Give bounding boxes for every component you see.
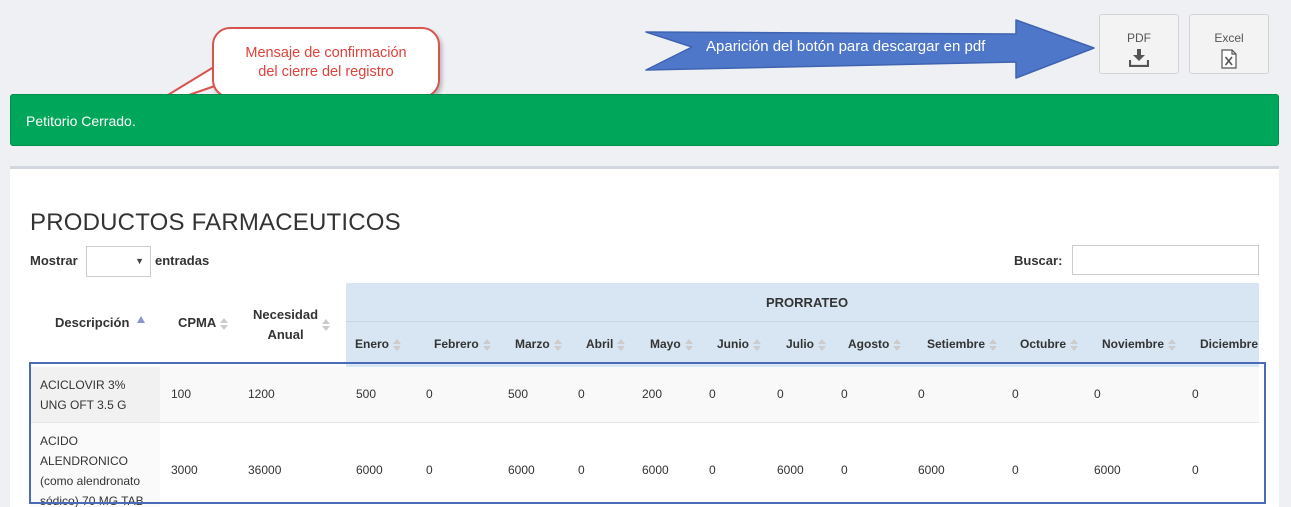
column-month-junio[interactable]: Junio xyxy=(717,337,761,351)
month-label: Mayo xyxy=(650,337,681,351)
callout-line-1: Mensaje de confirmación xyxy=(245,45,407,61)
sort-asc-icon xyxy=(137,316,146,323)
column-month-diciembre[interactable]: Diciembre xyxy=(1200,337,1258,351)
column-month-octubre[interactable]: Octubre xyxy=(1020,337,1079,351)
show-entries-label: Mostrar xyxy=(30,253,78,268)
column-month-marzo[interactable]: Marzo xyxy=(515,337,562,351)
column-month-noviembre[interactable]: Noviembre xyxy=(1102,337,1177,351)
sort-icon xyxy=(893,338,902,351)
pdf-download-button[interactable]: PDF xyxy=(1099,14,1179,74)
sort-icon xyxy=(684,338,693,351)
month-label: Julio xyxy=(786,337,815,351)
prorrateo-group-header: PRORRATEO xyxy=(766,295,849,310)
column-necesidad-label-1: Necesidad xyxy=(253,307,319,322)
column-necesidad-anual[interactable]: Necesidad Anual xyxy=(253,305,331,345)
month-label: Diciembre xyxy=(1200,337,1259,351)
sort-icon xyxy=(393,338,402,351)
column-month-enero[interactable]: Enero xyxy=(355,337,402,351)
sort-icon xyxy=(322,319,331,331)
column-month-abril[interactable]: Abril xyxy=(586,337,626,351)
excel-file-icon xyxy=(1221,49,1237,69)
download-icon xyxy=(1129,49,1149,67)
month-label: Marzo xyxy=(515,337,550,351)
callout-line-2: del cierre del registro xyxy=(258,64,394,80)
sort-icon xyxy=(1070,338,1079,351)
month-label: Octubre xyxy=(1020,337,1067,351)
month-label: Noviembre xyxy=(1102,337,1165,351)
alert-message: Petitorio Cerrado. xyxy=(26,113,136,129)
search-label: Buscar: xyxy=(1014,253,1063,268)
month-label: Setiembre xyxy=(927,337,986,351)
chevron-down-icon: ▼ xyxy=(135,256,144,266)
sort-icon xyxy=(220,317,229,330)
column-month-mayo[interactable]: Mayo xyxy=(650,337,693,351)
prorrateo-divider xyxy=(346,321,1259,322)
column-month-febrero[interactable]: Febrero xyxy=(434,337,491,351)
sort-icon xyxy=(818,338,827,351)
success-alert: Petitorio Cerrado. xyxy=(10,94,1279,146)
column-descripcion-label: Descripción xyxy=(55,315,130,330)
arrow-annotation-text: Aparición del botón para descargar en pd… xyxy=(706,38,986,55)
sort-icon xyxy=(989,338,998,351)
sort-icon xyxy=(1168,338,1177,351)
column-necesidad-label-2: Anual xyxy=(267,327,304,342)
month-label: Junio xyxy=(717,337,749,351)
sort-icon xyxy=(482,338,491,351)
column-month-setiembre[interactable]: Setiembre xyxy=(927,337,998,351)
month-label: Agosto xyxy=(848,337,890,351)
confirmation-callout: Mensaje de confirmación del cierre del r… xyxy=(212,27,440,98)
rows-highlight-frame xyxy=(29,362,1266,504)
column-month-agosto[interactable]: Agosto xyxy=(848,337,902,351)
sort-icon xyxy=(617,338,626,351)
excel-button-label: Excel xyxy=(1214,31,1244,45)
month-label: Abril xyxy=(586,337,614,351)
sort-icon xyxy=(553,338,562,351)
excel-export-button[interactable]: Excel xyxy=(1189,14,1269,74)
column-cpma-label: CPMA xyxy=(178,315,217,330)
column-month-julio[interactable]: Julio xyxy=(786,337,827,351)
month-label: Febrero xyxy=(434,337,479,351)
month-label: Enero xyxy=(355,337,390,351)
column-descripcion[interactable]: Descripción xyxy=(55,315,146,330)
column-cpma[interactable]: CPMA xyxy=(178,315,229,330)
page-title: PRODUCTOS FARMACEUTICOS xyxy=(30,209,401,236)
search-input[interactable] xyxy=(1072,245,1259,275)
pdf-button-label: PDF xyxy=(1127,31,1151,45)
sort-icon xyxy=(753,338,761,351)
page-length-select[interactable]: ▼ xyxy=(86,246,151,277)
entries-label: entradas xyxy=(155,253,210,268)
